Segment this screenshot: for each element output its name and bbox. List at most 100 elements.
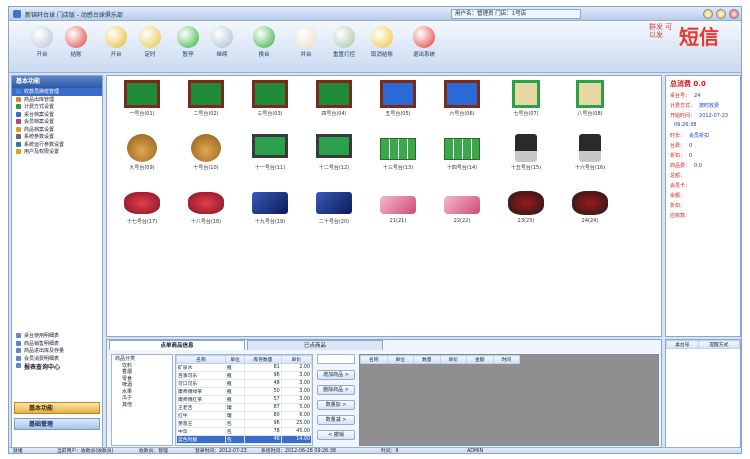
order-action-button-1[interactable]: 删除商品 > (317, 385, 355, 395)
table-tile[interactable]: 23(23) (495, 186, 557, 244)
menu-item-3[interactable]: 桌台档案设置 (12, 111, 102, 119)
report-center-icon (16, 363, 21, 368)
product-row[interactable]: 蓝色利群包 46 14.00 (176, 435, 312, 444)
basic-function-button[interactable]: 基本功能 (14, 402, 100, 414)
tree-node[interactable]: 其他 (112, 401, 172, 408)
product-row[interactable]: 康师傅红茶瓶 57 3.00 (176, 395, 312, 404)
tab-product-info[interactable]: 点单商品信息 (109, 340, 245, 350)
product-cell: 瓶 (224, 387, 246, 396)
report-item-1[interactable]: 商品销售明细表 (12, 340, 102, 348)
table-tile[interactable]: 十二号台(12) (303, 132, 365, 190)
table-tile[interactable]: 八号台(08) (559, 78, 621, 136)
table-tile[interactable]: 十四号台(14) (431, 132, 493, 190)
table-tile[interactable]: 一号台(01) (111, 78, 173, 136)
order-action-button-4[interactable]: < 撤销 (317, 430, 355, 440)
toolbar-button-7[interactable]: 并台 (289, 24, 323, 70)
order-action-button-3[interactable]: 数量减 > (317, 415, 355, 425)
toolbar-button-0[interactable]: 开台 (25, 24, 59, 70)
table-tile-label: 十九号台(19) (254, 219, 286, 225)
product-cell: 14.00 (280, 435, 312, 444)
search-input[interactable] (317, 354, 355, 364)
toolbar-button-2[interactable]: 开台 (99, 24, 133, 70)
table-tile[interactable]: 21(21) (367, 186, 429, 244)
table-tile[interactable]: 22(22) (431, 186, 493, 244)
pool-active-icon (316, 134, 352, 158)
table-tile-label: 八号台(08) (577, 111, 603, 117)
toolbar-button-3[interactable]: 定时 (133, 24, 167, 70)
menu-item-4[interactable]: 会员档案设置 (12, 118, 102, 126)
table-tile[interactable]: 十六号台(16) (559, 132, 621, 190)
menu-item-0[interactable]: 收款员换班管理 (12, 88, 102, 96)
basic-management-button[interactable]: 基础管理 (14, 418, 100, 430)
pause-icon (177, 26, 199, 48)
report-item-2[interactable]: 商品进出库及存量 (12, 347, 102, 355)
toolbar-button-5[interactable]: 继续 (205, 24, 239, 70)
table-tile[interactable]: 二号台(02) (175, 78, 237, 136)
table-tile[interactable]: 二十号台(20) (303, 186, 365, 244)
table-tile[interactable]: 十号台(10) (175, 132, 237, 190)
product-row[interactable]: 百事可乐瓶 96 3.00 (176, 371, 312, 380)
table-tile[interactable]: 九号台(09) (111, 132, 173, 190)
table-tile[interactable]: 十九号台(19) (239, 186, 301, 244)
toolbar-button-6[interactable]: 换台 (247, 24, 281, 70)
info-field-value: 24 (694, 93, 701, 99)
toolbar-button-9[interactable]: 取消结账 (365, 24, 399, 70)
product-cell: 罐 (224, 411, 246, 420)
table-tile[interactable]: 十八号台(18) (175, 186, 237, 244)
info-field-4: 时长： 会员折扣 (666, 132, 740, 142)
menu-item-2[interactable]: 计费方式设置 (12, 103, 102, 111)
menu-item-8[interactable]: 用户及权限设置 (12, 148, 102, 156)
table-tile-label: 23(23) (517, 218, 535, 224)
table-tile[interactable]: 四号台(04) (303, 78, 365, 136)
column-header: 时间 (492, 355, 520, 364)
table-tile[interactable]: 三号台(03) (239, 78, 301, 136)
table-tile-label: 二十号台(20) (318, 219, 350, 225)
toolbar-button-4[interactable]: 暂停 (171, 24, 205, 70)
product-row[interactable]: 可口可乐瓶 48 3.00 (176, 379, 312, 388)
table-tile[interactable]: 五号台(05) (367, 78, 429, 136)
menu-item-1[interactable]: 商品出库管理 (12, 96, 102, 104)
table-tile-label: 十五号台(15) (510, 165, 542, 171)
menu-item-6[interactable]: 系统参数设置 (12, 133, 102, 141)
product-row[interactable]: 中华包 78 45.00 (176, 427, 312, 436)
table-tile[interactable]: 七号台(07) (495, 78, 557, 136)
status-field-0: 就绪 (13, 449, 23, 454)
report-item-3[interactable]: 会员消费明细表 (12, 355, 102, 363)
table-tile-label: 二号台(02) (193, 111, 219, 117)
product-row[interactable]: 芙蓉王包 96 25.00 (176, 419, 312, 428)
product-cell: 罐 (224, 403, 246, 412)
toolbar-button-1[interactable]: 结账 (59, 24, 93, 70)
report-item-0[interactable]: 桌台使用明细表 (12, 332, 102, 340)
sms-banner[interactable]: 群发 可以发 短信 (649, 13, 735, 53)
report-icon (16, 340, 21, 346)
product-row[interactable]: 王老吉罐 87 5.00 (176, 403, 312, 412)
product-cell: 瓶 (224, 363, 246, 372)
report-item-label: 会员消费明细表 (24, 355, 60, 362)
product-cell: 包 (224, 419, 246, 428)
menu-item-5[interactable]: 商品档案设置 (12, 126, 102, 134)
order-action-button-0[interactable]: 增加商品 > (317, 370, 355, 380)
table-tile[interactable]: 24(24) (559, 186, 621, 244)
product-row[interactable]: 矿泉水瓶 81 2.00 (176, 363, 312, 372)
table-tile[interactable]: 六号台(06) (431, 78, 493, 136)
table-tile[interactable]: 十一号台(11) (239, 132, 301, 190)
info-field-value: 0 (689, 143, 693, 149)
info-field-0: 桌台号： 24 (666, 92, 740, 102)
reminder-panel: 桌台号 提醒方式 (665, 339, 741, 449)
table-tile[interactable]: 十七号台(17) (111, 186, 173, 244)
menu-item-7[interactable]: 系统运行参数设置 (12, 141, 102, 149)
toolbar-button-10[interactable]: 退出系统 (407, 24, 441, 70)
table-tile[interactable]: 十五号台(15) (495, 132, 557, 190)
product-row[interactable]: 康师傅绿茶瓶 50 3.00 (176, 387, 312, 396)
product-cell: 80 (244, 411, 282, 420)
order-action-button-2[interactable]: 数量加 > (317, 400, 355, 410)
column-header: 桌台号 (666, 340, 699, 349)
product-cell: 96 (244, 371, 282, 380)
report-item-4[interactable]: 报表查询中心 (12, 362, 102, 372)
table-tile[interactable]: 十三号台(13) (367, 132, 429, 190)
toolbar-button-8[interactable]: 重置灯控 (327, 24, 361, 70)
product-row[interactable]: 红牛罐 80 6.00 (176, 411, 312, 420)
tab-ordered-products[interactable]: 已点商品 (247, 340, 383, 350)
product-cell: 2.00 (280, 363, 312, 372)
table-tile-label: 九号台(09) (129, 165, 155, 171)
